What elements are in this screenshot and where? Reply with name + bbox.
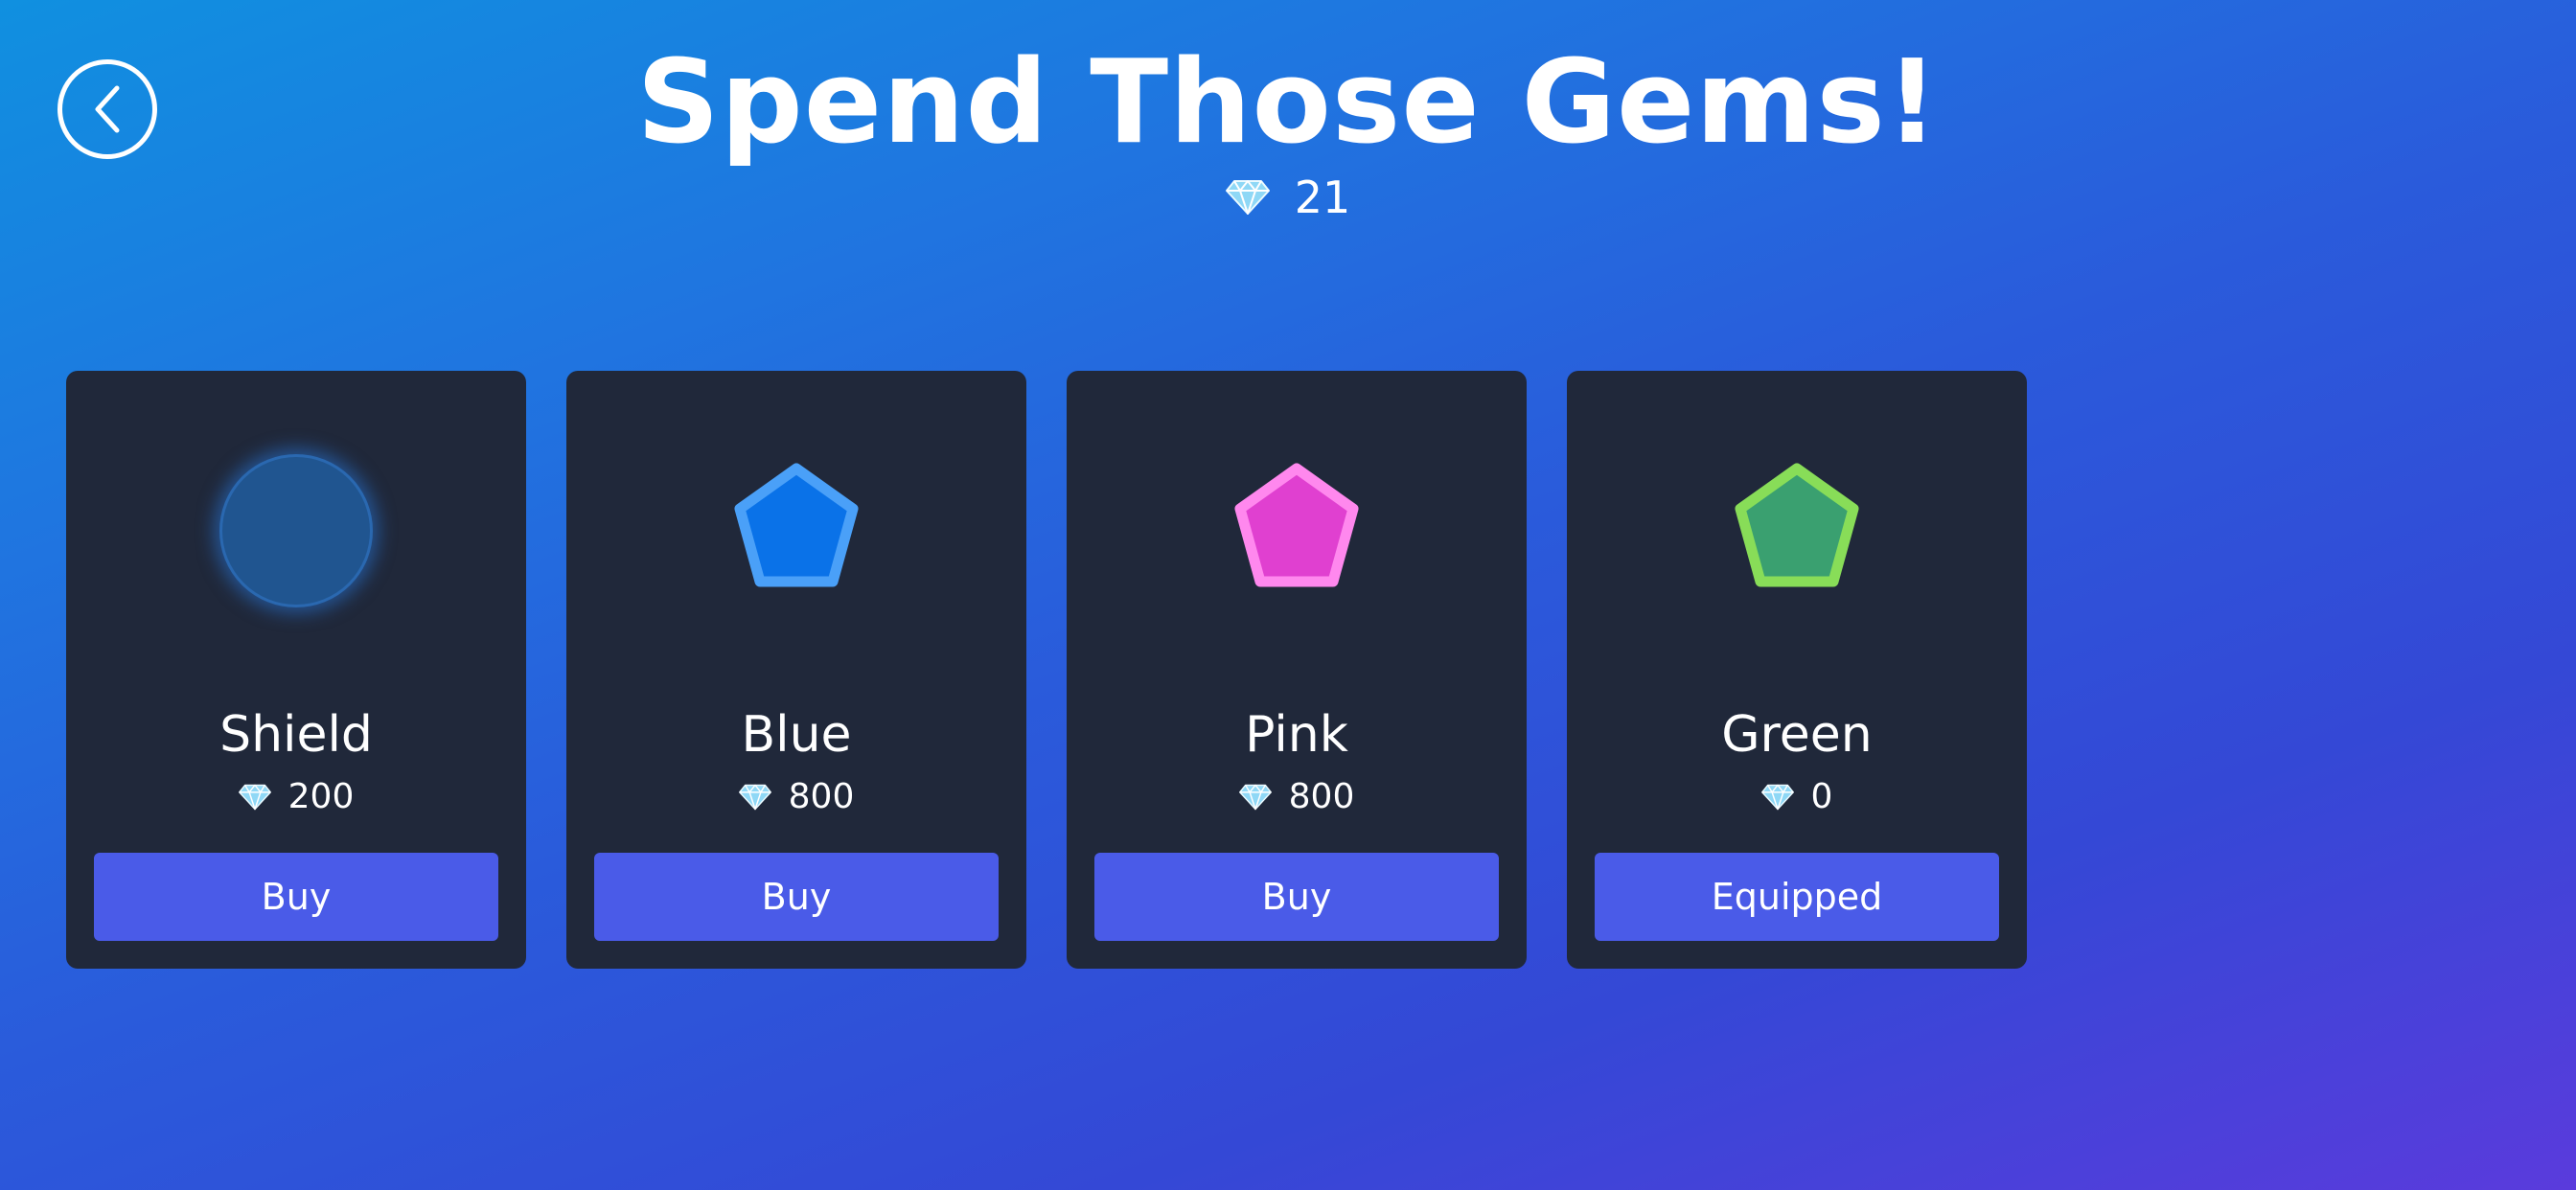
gem-balance: 21 [0,169,2576,226]
shop-item-blue: Blue 800 Buy [566,371,1026,969]
gem-icon [1225,180,1270,215]
item-name: Blue [741,706,852,764]
gem-icon [238,784,271,811]
pentagon-icon [1567,449,2027,612]
shop-items: Shield 200 Buy Blue 800 Buy Pink 800 Buy… [66,371,2027,969]
item-price-value: 800 [1288,777,1355,816]
item-price-value: 200 [288,777,355,816]
item-price: 800 [1067,773,1527,821]
gem-icon [1238,784,1272,811]
page-title: Spend Those Gems! [636,36,1940,170]
item-price: 200 [66,773,526,821]
item-price: 800 [566,773,1026,821]
buy-button[interactable]: Buy [594,853,999,941]
item-name: Pink [1245,706,1348,764]
buy-button[interactable]: Buy [1094,853,1499,941]
item-name: Shield [219,706,373,764]
gem-icon [1760,784,1794,811]
gem-icon [738,784,771,811]
pentagon-icon [1067,449,1527,612]
item-price: 0 [1567,773,2027,821]
shield-icon [66,449,526,612]
buy-button[interactable]: Buy [94,853,498,941]
item-price-value: 0 [1810,777,1833,816]
item-name: Green [1721,706,1873,764]
item-price-value: 800 [788,777,855,816]
pentagon-icon [566,449,1026,612]
shop-item-pink: Pink 800 Buy [1067,371,1527,969]
shield-orb [219,454,373,607]
shop-item-shield: Shield 200 Buy [66,371,526,969]
equipped-button[interactable]: Equipped [1595,853,1999,941]
shop-item-green: Green 0 Equipped [1567,371,2027,969]
gem-balance-value: 21 [1294,172,1351,223]
